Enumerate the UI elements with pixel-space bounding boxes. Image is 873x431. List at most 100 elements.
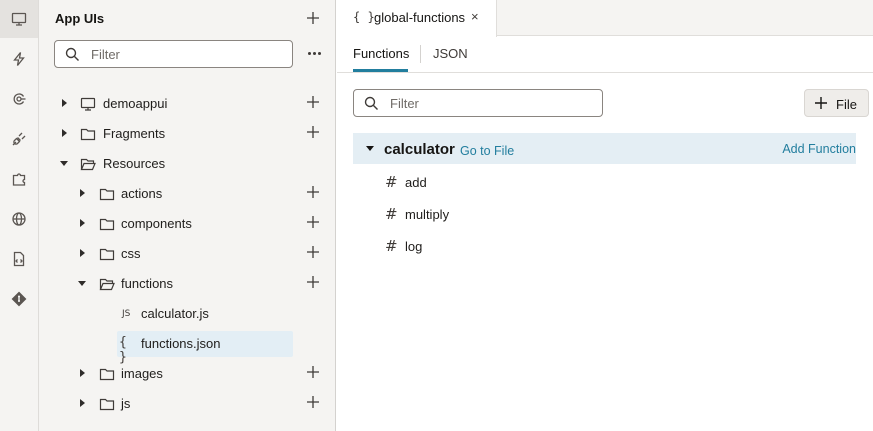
tree-item-components[interactable]: components (39, 211, 335, 237)
plus-icon (307, 366, 319, 378)
monitor-icon (11, 12, 27, 26)
add-button[interactable] (302, 181, 324, 203)
rail-app-uis-button[interactable] (0, 0, 38, 38)
add-function-link[interactable]: Add Function (782, 142, 856, 156)
tab-divider (420, 45, 421, 63)
rail-backends-button[interactable] (0, 120, 38, 158)
expand-icon[interactable] (80, 399, 85, 407)
js-file-icon: JS (122, 309, 131, 319)
plus-icon (307, 216, 319, 228)
tree-item-css[interactable]: css (39, 241, 335, 267)
folder-icon (80, 126, 96, 142)
tree-item-label: functions (121, 276, 174, 291)
more-options-icon[interactable] (302, 42, 326, 64)
function-name: add (405, 175, 427, 190)
tree-item-fragments[interactable]: Fragments (39, 121, 335, 147)
function-row-add[interactable]: # add (353, 167, 856, 197)
plus-icon (307, 186, 319, 198)
search-icon (65, 47, 79, 61)
function-icon: # (385, 205, 398, 223)
plus-icon (815, 97, 827, 109)
collapse-icon[interactable] (60, 161, 68, 166)
folder-icon (99, 246, 115, 262)
plus-icon (307, 12, 319, 24)
tree-item-label: css (121, 246, 141, 261)
folder-open-icon (99, 276, 115, 292)
expand-icon[interactable] (80, 219, 85, 227)
function-name: multiply (405, 207, 450, 222)
expand-icon[interactable] (80, 369, 85, 377)
rail-source-button[interactable] (0, 240, 38, 278)
tab-global-functions[interactable]: { } global-functions × (337, 0, 497, 37)
navigator-filter[interactable] (54, 40, 293, 68)
collapse-icon[interactable] (78, 281, 86, 286)
search-icon (364, 96, 378, 110)
tree-item-label: functions.json (141, 336, 221, 351)
function-row-log[interactable]: # log (353, 231, 856, 261)
plug-icon (12, 132, 26, 146)
plus-icon (307, 126, 319, 138)
service-icon (13, 93, 26, 105)
activity-rail (0, 0, 39, 431)
navigator-panel: App UIs demoappui Fragments Resources ac… (39, 0, 336, 431)
rail-components-button[interactable] (0, 160, 38, 198)
rail-git-button[interactable] (0, 280, 38, 318)
navigator-filter-input[interactable] (91, 45, 281, 63)
tree-item-actions[interactable]: actions (39, 181, 335, 207)
tree-item-label: Resources (103, 156, 166, 171)
functions-filter[interactable] (353, 89, 603, 117)
editor-subtabs: Functions JSON (337, 36, 873, 73)
collapse-icon[interactable] (366, 146, 374, 151)
tree-item-label: Fragments (103, 126, 166, 141)
add-app-ui-button[interactable] (302, 7, 324, 29)
tree-item-images[interactable]: images (39, 361, 335, 387)
function-group-calculator[interactable]: calculator Go to File Add Function (353, 133, 856, 164)
plus-icon (307, 396, 319, 408)
tab-functions[interactable]: Functions (353, 46, 409, 61)
monitor-icon (80, 96, 96, 112)
folder-open-icon (80, 156, 96, 172)
folder-icon (99, 216, 115, 232)
expand-icon[interactable] (80, 189, 85, 197)
tree-item-functions-json[interactable]: { } functions.json (39, 331, 335, 365)
tree-item-calculator-js[interactable]: JS calculator.js (39, 301, 335, 327)
expand-icon[interactable] (62, 99, 67, 107)
editor-tab-bar: { } global-functions × (337, 0, 873, 37)
json-file-icon: { } (119, 335, 127, 365)
function-row-multiply[interactable]: # multiply (353, 199, 856, 229)
tab-json[interactable]: JSON (433, 46, 468, 61)
go-to-file-link[interactable]: Go to File (460, 144, 514, 158)
tree-item-resources[interactable]: Resources (39, 151, 335, 177)
folder-icon (99, 366, 115, 382)
tree-item-label: components (121, 216, 192, 231)
add-button[interactable] (302, 121, 324, 143)
function-name: log (405, 239, 423, 254)
json-file-icon: { } (353, 10, 375, 24)
functions-filter-input[interactable] (390, 94, 590, 112)
tree-item-label: js (121, 396, 131, 411)
tree-item-functions[interactable]: functions (39, 271, 335, 297)
plus-icon (307, 246, 319, 258)
tree-item-demoappui[interactable]: demoappui (39, 91, 335, 117)
tree-item-js[interactable]: js (39, 391, 335, 417)
add-button[interactable] (302, 91, 324, 113)
add-button[interactable] (302, 271, 324, 293)
tree-item-label: actions (121, 186, 163, 201)
rail-events-button[interactable] (0, 40, 38, 78)
add-button[interactable] (302, 361, 324, 383)
function-icon: # (385, 173, 398, 191)
add-button[interactable] (302, 391, 324, 413)
add-button[interactable] (302, 211, 324, 233)
folder-icon (99, 396, 115, 412)
tree-item-label: images (121, 366, 163, 381)
close-icon[interactable]: × (471, 9, 479, 24)
add-file-button[interactable]: File (804, 89, 869, 117)
rail-translations-button[interactable] (0, 200, 38, 238)
add-file-label: File (836, 97, 857, 112)
expand-icon[interactable] (62, 129, 67, 137)
tree-item-label: calculator.js (141, 306, 209, 321)
add-button[interactable] (302, 241, 324, 263)
expand-icon[interactable] (80, 249, 85, 257)
function-icon: # (385, 237, 398, 255)
rail-services-button[interactable] (0, 80, 38, 118)
